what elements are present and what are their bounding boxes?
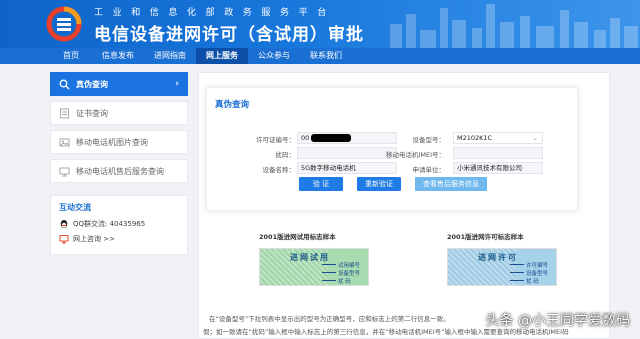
annotation-line (510, 264, 524, 265)
qq-icon (59, 219, 69, 229)
site-title: 电信设备进网许可（含试用）审批 (94, 25, 364, 45)
annotation-line (322, 264, 336, 265)
sample-license-image: 进网许可 许可编号 设备型号 扰 码 (447, 248, 557, 286)
sidebar-item-phone-image[interactable]: 移动电话机图片查询 (50, 130, 188, 154)
query-card: 真伪查询 许可证编号： 00 设备型号： M2102K1C ⌄ 扰码： 移动电话… (206, 87, 578, 211)
sidebar-item-label: 移动电话机图片查询 (76, 137, 148, 147)
qq-group-row[interactable]: QQ群交流: 40435965 (59, 219, 179, 229)
sample-license-big: 进网许可 (478, 253, 518, 262)
service-icon (59, 166, 70, 177)
device-name-label: 设备名称： (262, 166, 296, 174)
instruction-line-1: 在“设备型号”下拉列表中显示出的型号为正确型号，应和标志上的第二行信息一致。 (209, 315, 450, 323)
redaction-mark (311, 134, 352, 142)
sidebar-item-aftersales[interactable]: 移动电话机售后服务查询 (50, 159, 188, 183)
license-label: 许可证编号： (256, 136, 295, 144)
sidebar-item-label: 移动电话机售后服务查询 (76, 166, 164, 176)
imei-input[interactable] (453, 147, 543, 159)
applicant-label: 申请单位： (412, 166, 446, 174)
sidebar-menu: 真伪查询 › 证书查询 移动电话机图片查询 移动电话机售后服务查询 (50, 72, 188, 188)
device-model-select[interactable]: M2102K1C ⌄ (453, 132, 543, 144)
annotation-line (322, 280, 336, 281)
main-nav: 首页 信息发布 进网指南 网上服务 公众参与 联系我们 (0, 48, 640, 64)
chevron-right-icon: › (175, 79, 179, 89)
sidebar-item-certificate[interactable]: 证书查询 (50, 101, 188, 125)
main-panel: 真伪查询 许可证编号： 00 设备型号： M2102K1C ⌄ 扰码： 移动电话… (198, 72, 610, 339)
nav-contact[interactable]: 联系我们 (300, 48, 352, 64)
device-model-label: 设备型号： (412, 136, 446, 144)
image-icon (59, 137, 70, 148)
sample-trial-big: 进网试用 (290, 253, 330, 262)
code-label: 扰码： (275, 151, 296, 159)
nav-guide[interactable]: 进网指南 (144, 48, 196, 64)
verify-button[interactable]: 验 证 (299, 177, 343, 191)
device-model-value: M2102K1C (457, 134, 493, 142)
annotation-text: 扰 码 (526, 279, 539, 285)
annotation-text: 扰 码 (338, 279, 351, 285)
skyline-decoration (390, 4, 638, 48)
sample-trial-image: 进网试用 试用编号 设备型号 扰 码 (259, 248, 369, 286)
site-subtitle: 工业和信息化部政务服务平台 (94, 8, 336, 18)
site-header: 工业和信息化部政务服务平台 电信设备进网许可（含试用）审批 (0, 0, 640, 48)
annotation-text: 设备型号 (526, 271, 549, 277)
nav-news[interactable]: 信息发布 (92, 48, 144, 64)
annotation-text: 设备型号 (338, 271, 361, 277)
search-icon (59, 79, 70, 90)
query-title: 真伪查询 (215, 100, 250, 110)
certificate-icon (59, 108, 70, 119)
watermark-text: 头条 @小王同学爱数码 (485, 313, 630, 329)
sample-trial-title: 2001版进网试用标志样本 (259, 233, 336, 241)
nav-public[interactable]: 公众参与 (248, 48, 300, 64)
interaction-title: 互动交流 (59, 203, 91, 212)
annotation-text: 试用编号 (338, 263, 361, 269)
aftersales-button[interactable]: 查看售后服务信息 (415, 177, 487, 191)
interaction-panel: 互动交流 QQ群交流: 40435965 网上咨询 >> (50, 195, 188, 255)
sample-license-title: 2001版进网许可标志样本 (447, 233, 524, 241)
consult-icon (59, 234, 69, 244)
license-value: 00 (301, 134, 310, 142)
chevron-down-icon: ⌄ (532, 134, 538, 142)
nav-home[interactable]: 首页 (50, 48, 92, 64)
applicant-field: 小米通讯技术有限公司 (453, 162, 543, 174)
nav-online-service[interactable]: 网上服务 (196, 48, 248, 64)
sidebar-item-label: 证书查询 (76, 108, 108, 118)
qq-group-text: QQ群交流: 40435965 (73, 220, 146, 228)
annotation-line (322, 272, 336, 273)
reverify-button[interactable]: 重新验证 (357, 177, 401, 191)
imei-label: 移动电话机IMEI号： (385, 151, 445, 159)
sidebar-item-authenticity[interactable]: 真伪查询 › (50, 72, 188, 96)
annotation-line (510, 272, 524, 273)
sidebar-item-label: 真伪查询 (76, 79, 108, 89)
annotation-line (510, 280, 524, 281)
annotation-text: 许可编号 (526, 263, 549, 269)
mii-logo-icon (46, 6, 82, 42)
online-consult-link[interactable]: 网上咨询 >> (59, 234, 179, 244)
online-consult-text: 网上咨询 >> (73, 235, 115, 243)
